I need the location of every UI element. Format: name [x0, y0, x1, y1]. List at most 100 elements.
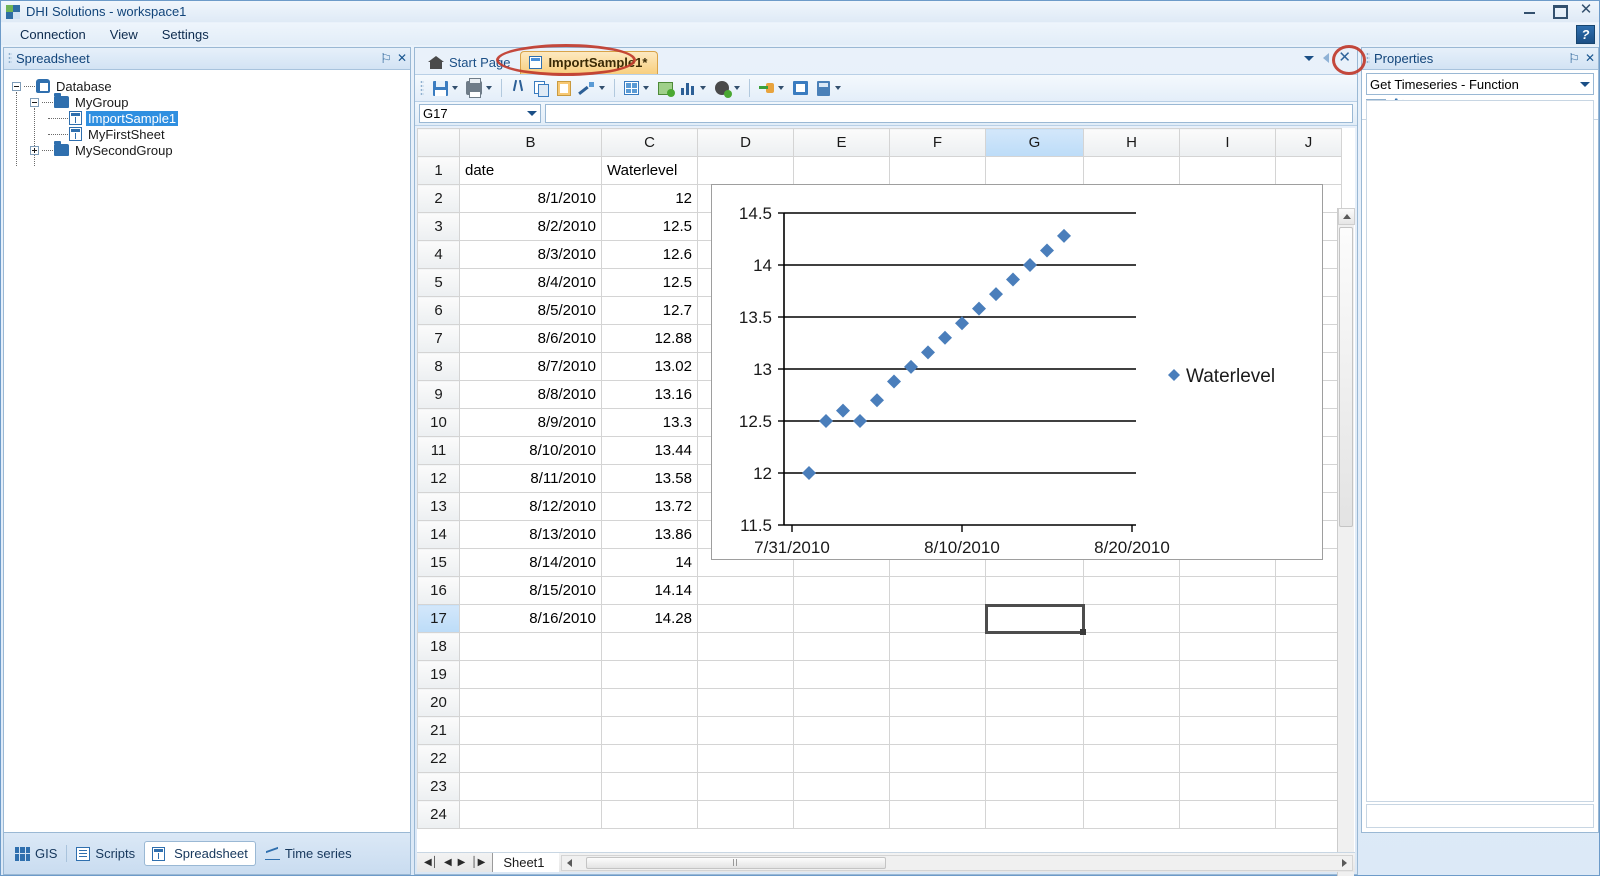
grid-cell-H18[interactable] — [1083, 632, 1180, 661]
scroll-left-button[interactable] — [562, 856, 577, 870]
expand-icon[interactable] — [30, 145, 39, 155]
grid-cell-G17[interactable] — [984, 603, 1087, 636]
grid-cell-H22[interactable] — [1083, 744, 1180, 773]
column-header-h[interactable]: H — [1083, 128, 1180, 157]
tree-item-importsample1[interactable]: ImportSample1 — [12, 110, 410, 126]
tree-item-myfirstsheet[interactable]: MyFirstSheet — [12, 126, 410, 142]
grid-cell-B23[interactable] — [459, 772, 602, 801]
grid-cell-B13[interactable]: 8/12/2010 — [459, 492, 602, 521]
grid-cell-C6[interactable]: 12.7 — [601, 296, 698, 325]
restore-icon[interactable] — [1549, 2, 1568, 19]
grid-cell-B22[interactable] — [459, 744, 602, 773]
row-header[interactable]: 23 — [417, 772, 460, 801]
print-dropdown-icon[interactable] — [486, 86, 492, 90]
insert-chart-button[interactable] — [677, 77, 699, 99]
cell-format-button[interactable] — [620, 77, 642, 99]
grid-cell-C1[interactable]: Waterlevel — [601, 156, 698, 185]
format-painter-button[interactable] — [576, 77, 598, 99]
grid-cell-G23[interactable] — [985, 772, 1084, 801]
horizontal-scroll-thumb[interactable] — [585, 856, 886, 869]
grid-cell-I23[interactable] — [1179, 772, 1276, 801]
grid-cell-I24[interactable] — [1179, 800, 1276, 829]
row-header[interactable]: 17 — [417, 604, 460, 633]
grid-cell-H17[interactable] — [1083, 604, 1180, 633]
grid-cell-E22[interactable] — [793, 744, 890, 773]
cell-format-dropdown-icon[interactable] — [643, 86, 649, 90]
import-button[interactable] — [755, 77, 777, 99]
chevron-down-icon[interactable] — [527, 111, 537, 116]
grid-cell-E17[interactable] — [793, 604, 890, 633]
row-header[interactable]: 7 — [417, 324, 460, 353]
vertical-scrollbar[interactable] — [1337, 208, 1355, 876]
grid-cell-E24[interactable] — [793, 800, 890, 829]
grid-cell-J24[interactable] — [1275, 800, 1342, 829]
grid-cell-C12[interactable]: 13.58 — [601, 464, 698, 493]
settings-add-dropdown-icon[interactable] — [734, 86, 740, 90]
grid-cell-B21[interactable] — [459, 716, 602, 745]
grid-cell-C7[interactable]: 12.88 — [601, 324, 698, 353]
grid-cell-I18[interactable] — [1179, 632, 1276, 661]
cut-button[interactable] — [507, 77, 529, 99]
grid-cell-F16[interactable] — [889, 576, 986, 605]
import-dropdown-icon[interactable] — [778, 86, 784, 90]
grid-cell-H16[interactable] — [1083, 576, 1180, 605]
grid-cell-C20[interactable] — [601, 688, 698, 717]
grid-cell-G16[interactable] — [985, 576, 1084, 605]
menu-view[interactable]: View — [99, 25, 149, 44]
row-header[interactable]: 18 — [417, 632, 460, 661]
menu-settings[interactable]: Settings — [151, 25, 220, 44]
horizontal-scrollbar[interactable] — [560, 854, 1353, 871]
grid-cell-B1[interactable]: date — [459, 156, 602, 185]
copy-button[interactable] — [530, 77, 552, 99]
grid-cell-E18[interactable] — [793, 632, 890, 661]
insert-chart-dropdown-icon[interactable] — [700, 86, 706, 90]
nav-left-icon[interactable] — [1323, 53, 1330, 63]
grid-cell-C2[interactable]: 12 — [601, 184, 698, 213]
grid-cell-B19[interactable] — [459, 660, 602, 689]
grid-cell-C18[interactable] — [601, 632, 698, 661]
module-tab-gis[interactable]: GIS — [8, 842, 64, 865]
grid-cell-F22[interactable] — [889, 744, 986, 773]
grid-cell-D1[interactable] — [697, 156, 794, 185]
nav-first-sheet-button[interactable]: ◀│ — [422, 857, 440, 868]
grid-cell-C22[interactable] — [601, 744, 698, 773]
row-header[interactable]: 22 — [417, 744, 460, 773]
grid-cell-F18[interactable] — [889, 632, 986, 661]
tree-item-mysecondgroup[interactable]: MySecondGroup — [12, 141, 410, 158]
grid-cell-C19[interactable] — [601, 660, 698, 689]
row-header[interactable]: 2 — [417, 184, 460, 213]
grid-cell-G24[interactable] — [985, 800, 1084, 829]
grid-cell-F17[interactable] — [889, 604, 986, 633]
grid-cell-C8[interactable]: 13.02 — [601, 352, 698, 381]
grid-cell-C21[interactable] — [601, 716, 698, 745]
grid-cell-B14[interactable]: 8/13/2010 — [459, 520, 602, 549]
grid-cell-J18[interactable] — [1275, 632, 1342, 661]
grid-cell-D20[interactable] — [697, 688, 794, 717]
grid-cell-J1[interactable] — [1275, 156, 1342, 185]
grid-cell-I21[interactable] — [1179, 716, 1276, 745]
grid-cell-H20[interactable] — [1083, 688, 1180, 717]
select-all-corner[interactable] — [417, 128, 460, 157]
grid-cell-G22[interactable] — [985, 744, 1084, 773]
grid-cell-C14[interactable]: 13.86 — [601, 520, 698, 549]
grid-cell-H1[interactable] — [1083, 156, 1180, 185]
grid-cell-J22[interactable] — [1275, 744, 1342, 773]
grid-cell-D17[interactable] — [697, 604, 794, 633]
grid-cell-C23[interactable] — [601, 772, 698, 801]
paste-button[interactable] — [553, 77, 575, 99]
pin-icon[interactable]: ⚐ — [1566, 51, 1582, 67]
column-header-j[interactable]: J — [1275, 128, 1342, 157]
grid-cell-J21[interactable] — [1275, 716, 1342, 745]
grid-cell-B15[interactable]: 8/14/2010 — [459, 548, 602, 577]
tree-item-database[interactable]: Database — [12, 78, 410, 94]
grid-cell-I16[interactable] — [1179, 576, 1276, 605]
grid-cell-C24[interactable] — [601, 800, 698, 829]
grid-cell-I1[interactable] — [1179, 156, 1276, 185]
properties-grid[interactable] — [1366, 100, 1594, 802]
grid-cell-C4[interactable]: 12.6 — [601, 240, 698, 269]
grid-cell-B8[interactable]: 8/7/2010 — [459, 352, 602, 381]
column-header-i[interactable]: I — [1179, 128, 1276, 157]
grid-cell-D24[interactable] — [697, 800, 794, 829]
grid-cell-C5[interactable]: 12.5 — [601, 268, 698, 297]
grid-cell-C3[interactable]: 12.5 — [601, 212, 698, 241]
